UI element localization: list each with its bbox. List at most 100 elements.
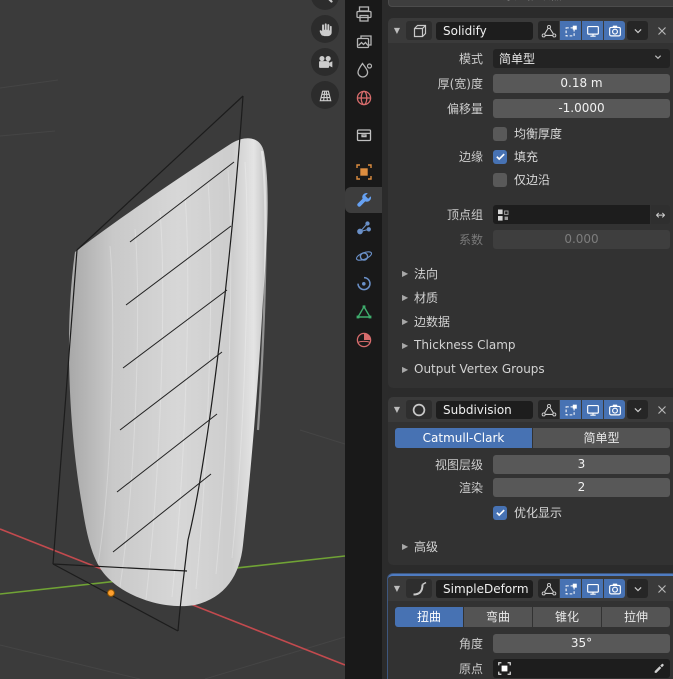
on-cage-icon [541,403,556,416]
solidify-header[interactable]: ▼ Solidify [388,18,673,43]
tab-object-properties[interactable] [348,159,380,185]
add-modifier-button[interactable]: 添加修改器 [388,0,673,7]
levels-viewport-slider[interactable]: 3 [493,455,670,474]
deform-mode-tabs: 扭曲 弯曲 锥化 拉伸 [395,607,670,627]
show-render-toggle[interactable] [604,579,625,598]
simple-type-button[interactable]: 简单型 [533,428,670,448]
eyedropper-icon[interactable] [652,660,666,677]
delete-modifier-button[interactable] [651,400,672,419]
optimal-display-row: 优化显示 [395,503,670,522]
tab-collection-properties[interactable] [348,122,380,148]
tab-scene-properties[interactable] [348,57,380,83]
tab-view-layer-properties[interactable] [348,29,380,55]
only-rim-checkbox[interactable] [493,172,507,187]
on-cage-toggle[interactable] [538,21,559,40]
scene-icon [356,62,372,78]
tab-constraint-properties[interactable] [348,271,380,297]
section-output-vertex-groups[interactable]: ▶ Output Vertex Groups [388,357,673,381]
object-origin-point [107,589,115,597]
tab-world-properties[interactable] [348,85,380,111]
show-render-toggle[interactable] [604,400,625,419]
angle-slider[interactable]: 35° [493,634,670,653]
collection-box-icon [356,129,371,142]
section-normals-label: 法向 [414,266,439,281]
fill-checkbox[interactable] [493,149,507,164]
catmull-clark-button[interactable]: Catmull-Clark [395,428,532,448]
on-cage-toggle[interactable] [538,400,559,419]
extras-dropdown-button[interactable] [627,21,648,40]
tab-object-data-properties[interactable] [348,299,380,325]
factor-slider[interactable]: 0.000 [493,230,670,249]
simpledeform-name-field[interactable]: SimpleDeform [436,579,533,598]
show-viewport-toggle[interactable] [582,579,603,598]
levels-viewport-label: 视图层级 [434,458,483,472]
solidify-name-field[interactable]: Solidify [436,21,533,40]
simpledeform-modifier-icon-button[interactable] [406,579,432,598]
optimal-display-checkbox[interactable] [493,505,507,520]
world-icon [356,90,371,106]
viewport-gizmos [311,0,339,109]
thickness-slider[interactable]: 0.18 m [493,74,670,93]
on-cage-toggle[interactable] [538,579,559,598]
twist-mode-button[interactable]: 扭曲 [395,607,463,627]
render-camera-icon [608,404,621,415]
rim-label: 边缘 [458,150,483,164]
tab-material-properties[interactable] [348,327,380,353]
mode-dropdown[interactable]: 简单型 [493,49,670,68]
section-advanced[interactable]: ▶ 高级 [388,534,673,558]
close-icon [657,26,666,35]
subdivision-name-field[interactable]: Subdivision [436,400,533,419]
camera-view-gizmo[interactable] [311,48,339,76]
section-edge-data[interactable]: ▶ 边数据 [388,309,673,333]
expand-triangle-icon[interactable]: ▼ [392,405,402,414]
extras-dropdown-button[interactable] [627,400,648,419]
section-normals[interactable]: ▶ 法向 [388,261,673,285]
even-thickness-checkbox[interactable] [493,126,507,141]
orthographic-grid-gizmo[interactable] [311,81,339,109]
extras-dropdown-button[interactable] [627,579,648,598]
pan-gizmo[interactable] [311,15,339,43]
edit-mode-toggle[interactable] [560,21,581,40]
simpledeform-header[interactable]: ▼ SimpleDeform [388,576,673,601]
expand-triangle-icon[interactable]: ▼ [392,584,402,593]
mode-label: 模式 [458,52,483,66]
tab-output-properties[interactable] [348,1,380,27]
taper-mode-button[interactable]: 锥化 [533,607,601,627]
section-thickness-clamp[interactable]: ▶ Thickness Clamp [388,333,673,357]
3d-viewport[interactable] [0,0,345,679]
origin-object-field[interactable] [493,659,670,678]
tab-modifier-properties[interactable] [345,187,382,213]
physics-icon [355,251,372,261]
bend-mode-button[interactable]: 弯曲 [464,607,532,627]
expand-triangle-icon[interactable]: ▼ [392,26,402,35]
tab-physics-properties[interactable] [348,243,380,269]
tab-particle-properties[interactable] [348,215,380,241]
grid-icon [319,90,331,101]
zoom-gizmo[interactable] [311,0,339,10]
collapsed-triangle-icon: ▶ [402,268,409,278]
material-icon [356,332,371,348]
solidify-modifier-icon-button[interactable] [406,21,432,40]
vertex-group-field[interactable] [493,205,650,224]
subdivision-modifier-icon-button[interactable] [406,400,432,419]
edit-mode-toggle[interactable] [560,579,581,598]
delete-modifier-button[interactable] [651,21,672,40]
stretch-mode-button[interactable]: 拉伸 [602,607,670,627]
angle-label: 角度 [458,637,483,651]
show-viewport-toggle[interactable] [582,400,603,419]
show-render-toggle[interactable] [604,21,625,40]
chevron-down-icon [652,51,664,66]
show-viewport-toggle[interactable] [582,21,603,40]
hand-icon [319,22,332,36]
section-materials[interactable]: ▶ 材质 [388,285,673,309]
vertex-group-invert-button[interactable]: ↔ [651,205,670,224]
subdivision-header[interactable]: ▼ Subdivision [388,397,673,422]
render-levels-slider[interactable]: 2 [493,478,670,497]
subdivision-type-buttons: Catmull-Clark 简单型 [395,428,670,448]
scene-svg [0,0,345,679]
edit-mode-toggle[interactable] [560,400,581,419]
delete-modifier-button[interactable] [651,579,672,598]
check-icon [495,509,505,517]
edit-mode-icon [565,25,577,36]
offset-slider[interactable]: -1.0000 [493,99,670,118]
